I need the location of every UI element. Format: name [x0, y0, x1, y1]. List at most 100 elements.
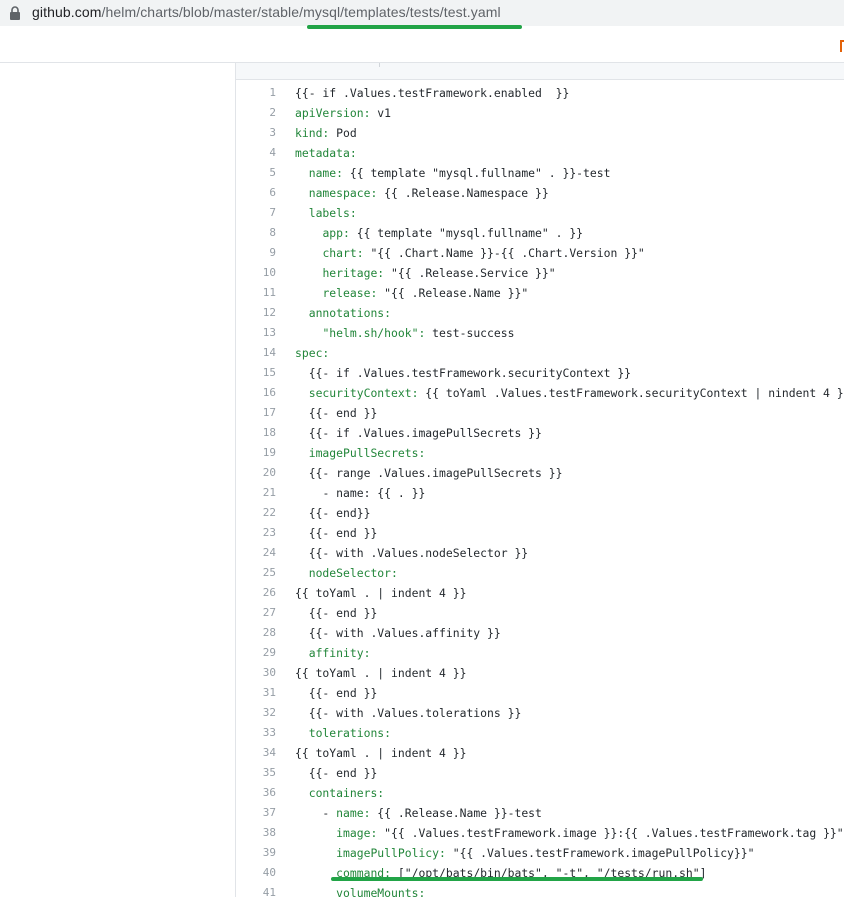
line-content: {{- end }}	[295, 523, 378, 543]
line-number[interactable]: 6	[236, 183, 276, 203]
line-content: metadata:	[295, 143, 357, 163]
line-number[interactable]: 1	[236, 83, 276, 103]
line-content: affinity:	[295, 643, 371, 663]
line-content: imagePullSecrets:	[295, 443, 426, 463]
line-number[interactable]: 12	[236, 303, 276, 323]
address-bar[interactable]: github.com/helm/charts/blob/master/stabl…	[0, 0, 844, 26]
code-line: 38 image: "{{ .Values.testFramework.imag…	[236, 823, 844, 843]
yaml-key: app:	[322, 226, 350, 240]
line-number[interactable]: 4	[236, 143, 276, 163]
yaml-key: release:	[322, 286, 378, 300]
yaml-key: securityContext:	[308, 386, 419, 400]
url-text[interactable]: github.com/helm/charts/blob/master/stabl…	[32, 4, 501, 20]
line-number[interactable]: 35	[236, 763, 276, 783]
yaml-key: chart:	[322, 246, 364, 260]
yaml-value: {{- end }}	[308, 606, 378, 620]
line-number[interactable]: 23	[236, 523, 276, 543]
yaml-value: Pod	[329, 126, 357, 140]
line-number[interactable]: 10	[236, 263, 276, 283]
line-number[interactable]: 25	[236, 563, 276, 583]
code-line: 12 annotations:	[236, 303, 844, 323]
line-number[interactable]: 26	[236, 583, 276, 603]
yaml-key: affinity:	[308, 646, 371, 660]
line-number[interactable]: 20	[236, 463, 276, 483]
line-content: {{ toYaml . | indent 4 }}	[295, 663, 466, 683]
yaml-key: nodeSelector:	[308, 566, 398, 580]
yaml-key: spec:	[295, 346, 330, 360]
line-content: name: {{ template "mysql.fullname" . }}-…	[295, 163, 611, 183]
line-number[interactable]: 21	[236, 483, 276, 503]
line-content: apiVersion: v1	[295, 103, 391, 123]
code-line: 32 {{- with .Values.tolerations }}	[236, 703, 844, 723]
line-content: labels:	[295, 203, 357, 223]
line-number[interactable]: 16	[236, 383, 276, 403]
line-number[interactable]: 32	[236, 703, 276, 723]
line-number[interactable]: 9	[236, 243, 276, 263]
line-number[interactable]: 27	[236, 603, 276, 623]
yaml-value: {{- if .Values.testFramework.enabled }}	[295, 86, 570, 100]
line-number[interactable]: 39	[236, 843, 276, 863]
line-content: {{- with .Values.affinity }}	[295, 623, 501, 643]
line-number[interactable]: 18	[236, 423, 276, 443]
code-line: 17 {{- end }}	[236, 403, 844, 423]
line-number[interactable]: 2	[236, 103, 276, 123]
line-number[interactable]: 31	[236, 683, 276, 703]
line-number[interactable]: 40	[236, 863, 276, 883]
line-number[interactable]: 30	[236, 663, 276, 683]
code-line: 27 {{- end }}	[236, 603, 844, 623]
line-number[interactable]: 15	[236, 363, 276, 383]
line-number[interactable]: 29	[236, 643, 276, 663]
line-number[interactable]: 22	[236, 503, 276, 523]
code-line: 33 tolerations:	[236, 723, 844, 743]
code-line: 18 {{- if .Values.imagePullSecrets }}	[236, 423, 844, 443]
line-number[interactable]: 17	[236, 403, 276, 423]
line-content: {{- if .Values.testFramework.enabled }}	[295, 83, 569, 103]
line-number[interactable]: 19	[236, 443, 276, 463]
code-line: 21 - name: {{ . }}	[236, 483, 844, 503]
line-number[interactable]: 28	[236, 623, 276, 643]
line-number[interactable]: 14	[236, 343, 276, 363]
line-content: image: "{{ .Values.testFramework.image }…	[295, 823, 843, 843]
line-number[interactable]: 5	[236, 163, 276, 183]
code-line: 31 {{- end }}	[236, 683, 844, 703]
line-number[interactable]: 38	[236, 823, 276, 843]
code-line: 4 metadata:	[236, 143, 844, 163]
line-number[interactable]: 33	[236, 723, 276, 743]
code-lines: 1 {{- if .Values.testFramework.enabled }}…	[236, 83, 844, 903]
line-number[interactable]: 11	[236, 283, 276, 303]
yaml-value: "{{ .Release.Service }}"	[384, 266, 556, 280]
line-number[interactable]: 3	[236, 123, 276, 143]
yaml-value: {{- end }}	[308, 526, 378, 540]
line-content: {{- end}}	[295, 503, 371, 523]
line-number[interactable]: 8	[236, 223, 276, 243]
line-number[interactable]: 36	[236, 783, 276, 803]
yaml-key: metadata:	[295, 146, 357, 160]
code-line: 2 apiVersion: v1	[236, 103, 844, 123]
line-number[interactable]: 24	[236, 543, 276, 563]
line-number[interactable]: 37	[236, 803, 276, 823]
line-number[interactable]: 7	[236, 203, 276, 223]
line-content: "helm.sh/hook": test-success	[295, 323, 514, 343]
line-content: heritage: "{{ .Release.Service }}"	[295, 263, 556, 283]
line-number[interactable]: 41	[236, 883, 276, 903]
yaml-key: image:	[336, 826, 378, 840]
yaml-value: {{- with .Values.nodeSelector }}	[308, 546, 529, 560]
yaml-value: - name: {{ . }}	[322, 486, 426, 500]
code-line: 25 nodeSelector:	[236, 563, 844, 583]
line-number[interactable]: 13	[236, 323, 276, 343]
url-host: github.com	[32, 4, 102, 20]
lock-icon	[10, 6, 20, 20]
line-content: - name: {{ . }}	[295, 483, 425, 503]
line-number[interactable]: 34	[236, 743, 276, 763]
yaml-key: labels:	[308, 206, 357, 220]
code-header	[236, 63, 844, 80]
